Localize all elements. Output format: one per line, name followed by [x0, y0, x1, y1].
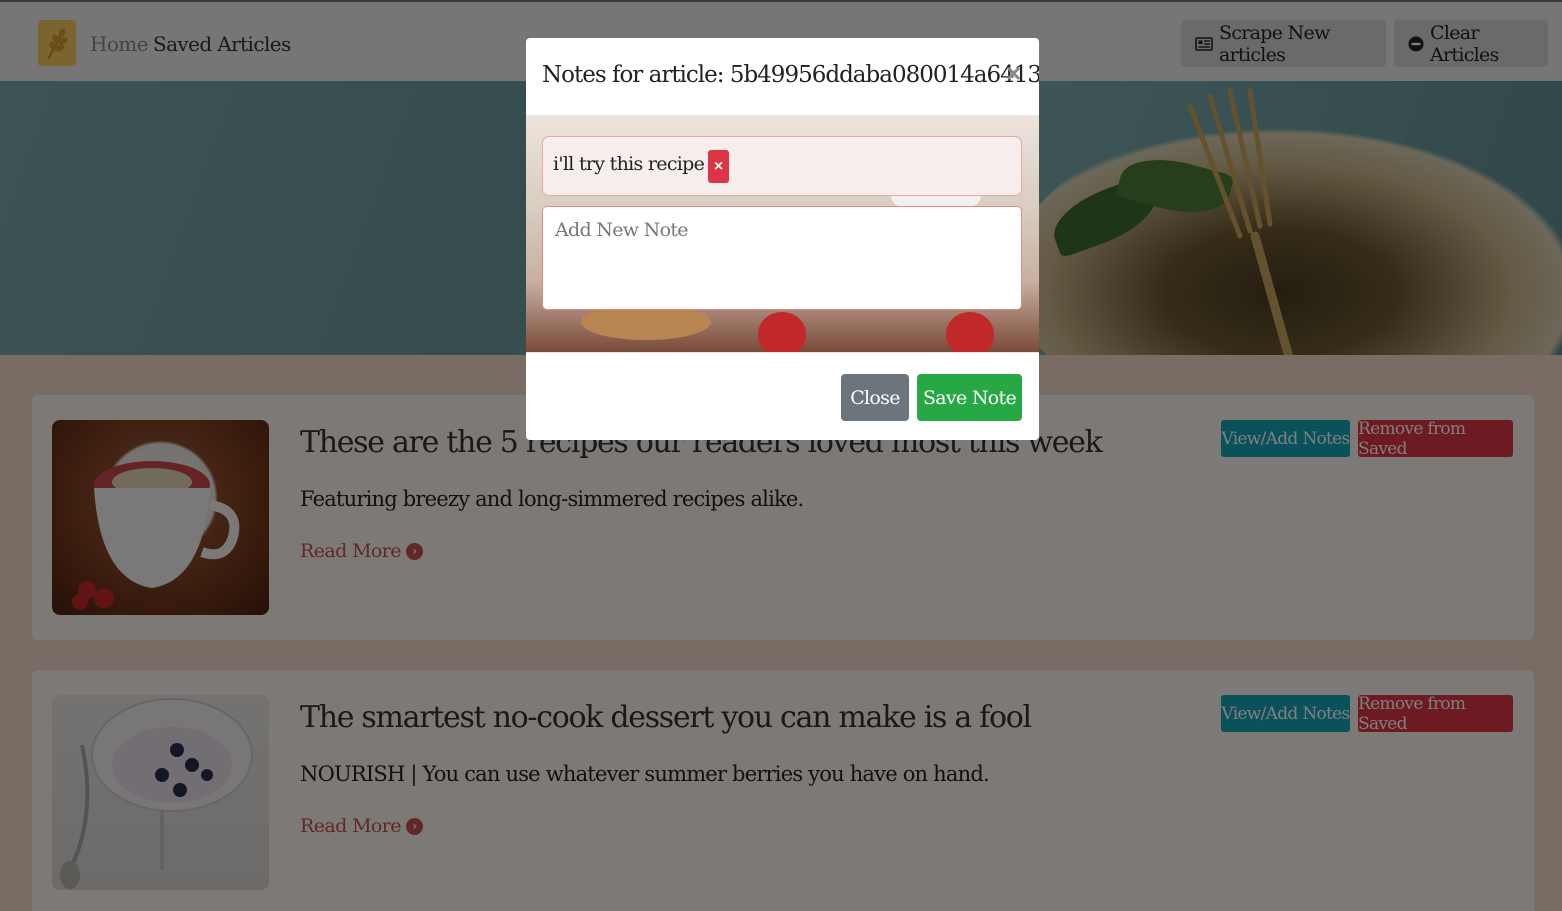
modal-title: Notes for article: 5b49956ddaba080014a64… [542, 62, 1039, 88]
delete-note-button[interactable]: × [708, 150, 729, 183]
save-note-button[interactable]: Save Note [917, 374, 1022, 421]
close-icon[interactable]: × [1006, 58, 1021, 89]
modal-footer: Close Save Note [526, 352, 1039, 440]
modal-header: Notes for article: 5b49956ddaba080014a64… [526, 38, 1039, 116]
note-item: i'll try this recipe :) × [542, 136, 1022, 196]
close-button[interactable]: Close [841, 374, 909, 421]
notes-modal: Notes for article: 5b49956ddaba080014a64… [526, 38, 1039, 440]
note-text: i'll try this recipe :) [553, 153, 723, 175]
new-note-input[interactable] [542, 206, 1022, 310]
modal-body: i'll try this recipe :) × [526, 116, 1039, 352]
